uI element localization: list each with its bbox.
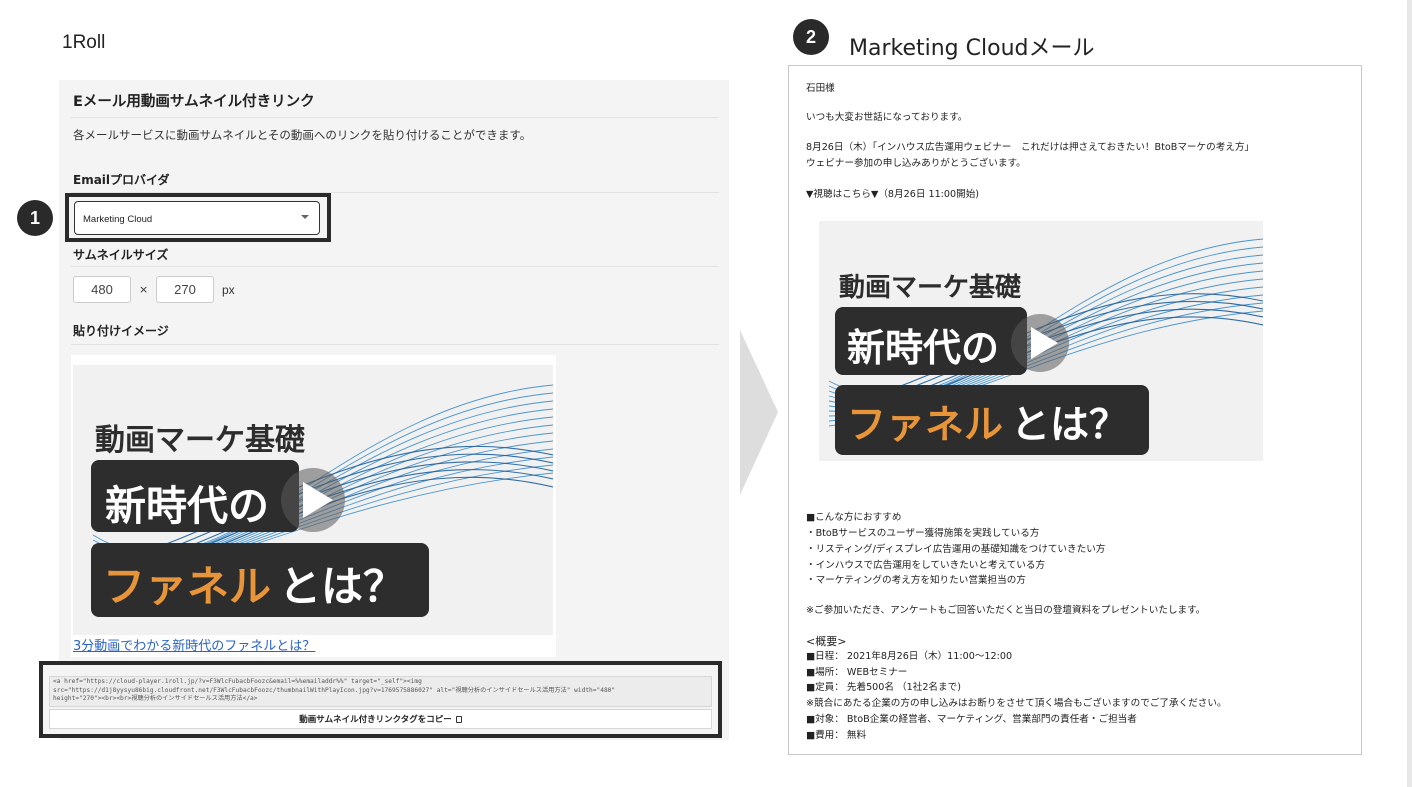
embed-code-textarea[interactable]: <a href="https://cloud-player.1roll.jp/?… — [49, 676, 712, 707]
left-heading: 1Roll — [62, 32, 106, 53]
email-text: ウェビナー参加の申し込みありがとうございます。 — [806, 158, 1026, 169]
copy-link-tag-button[interactable]: 動画サムネイル付きリンクタグをコピー — [49, 709, 712, 729]
email-text: ※競合にあたる企業の方の申し込みはお断りをさせて頂く場合もございますのでご了承く… — [806, 698, 1227, 709]
code-line: src="https://d1j8yysyu86big.cloudfront.n… — [53, 686, 616, 694]
thumbnail-title-1: 動画マーケ基礎 — [95, 423, 305, 458]
play-triangle-icon — [1031, 327, 1058, 359]
thumbnail-title-rest: とは？ — [1011, 403, 1129, 448]
divider — [71, 266, 719, 267]
thumbnail-title-accent: ファネル — [847, 403, 1004, 448]
email-preview: 石田様 いつも大変お世話になっております。 8月26日（木）「インハウス広告運用… — [788, 65, 1362, 755]
email-text: 8月26日（木）「インハウス広告運用ウェビナー これだけは押さえておきたい！Bt… — [806, 142, 1255, 153]
email-text: ・リスティング/ディスプレイ広告運用の基礎知識をつけていきたい方 — [806, 544, 1106, 555]
provider-label: Emailプロバイダ — [73, 173, 170, 187]
thumbnail-title-accent: ファネル — [103, 562, 272, 611]
unit-label: px — [222, 283, 235, 297]
thumbnail-title-2: 新時代の — [847, 326, 1000, 370]
right-heading: Marketing Cloudメール — [849, 36, 1095, 61]
thumbnail-width-input[interactable]: 480 — [73, 276, 131, 303]
copy-button-label: 動画サムネイル付きリンクタグをコピー — [299, 715, 452, 725]
divider — [71, 117, 719, 118]
video-link[interactable]: 3分動画でわかる新時代のファネルとは？ — [73, 635, 315, 654]
copy-icon — [455, 715, 462, 723]
email-text: ■日程： 2021年8月26日（木）11:00〜12:00 — [806, 651, 1013, 662]
thumbnail-title-2: 新時代の — [105, 482, 269, 530]
email-text: ・インハウスで広告運用をしていきたいと考えている方 — [806, 560, 1046, 571]
email-text: <概要> — [806, 635, 847, 648]
thumbnail-size-label: サムネイルサイズ — [73, 248, 169, 262]
step-badge-1: 1 — [17, 200, 53, 236]
email-text: ▼視聴はこちら▼（8月26日 11:00開始) — [806, 189, 980, 200]
highlight-frame-code: <a href="https://cloud-player.1roll.jp/?… — [39, 661, 722, 738]
email-text: ■定員： 先着500名 （1社2名まで) — [806, 682, 961, 693]
thumbnail-title-1: 動画マーケ基礎 — [839, 273, 1022, 303]
email-text: ■費用： 無料 — [806, 730, 867, 741]
divider — [71, 344, 719, 345]
code-line: height="270"><br><br>視聴分析のインサイドセールス活用方法<… — [53, 695, 258, 702]
email-text: ・マーケティングの考え方を知りたい営業担当の方 — [806, 575, 1026, 586]
paste-image-label: 貼り付けイメージ — [73, 324, 169, 338]
email-text: ※ご参加いただき、アンケートもご回答いただくと当日の登壇資料をプレゼントいたしま… — [806, 605, 1206, 616]
email-text: ・BtoBサービスのユーザー獲得施策を実践している方 — [806, 528, 1040, 539]
highlight-frame-provider — [65, 193, 331, 242]
scrollbar[interactable] — [1407, 0, 1412, 787]
email-text: いつも大変お世話になっております。 — [806, 112, 968, 123]
panel-title: Eメール用動画サムネイル付きリンク — [73, 94, 315, 110]
email-greeting: 石田様 — [806, 83, 835, 94]
email-text: ■対象： BtoB企業の経営者、マーケティング、営業部門の責任者・ご担当者 — [806, 714, 1137, 725]
thumbnail-height-input[interactable]: 270 — [156, 276, 214, 303]
email-text: ■場所： WEBセミナー — [806, 667, 908, 678]
times-symbol: × — [139, 283, 149, 296]
play-triangle-icon — [303, 482, 333, 518]
email-text: ■こんな方におすすめ — [806, 512, 902, 523]
step-badge-2: 2 — [793, 19, 829, 55]
video-thumbnail[interactable]: 動画マーケ基礎 新時代の ファネル とは？ — [73, 365, 553, 635]
code-line: <a href="https://cloud-player.1roll.jp/?… — [53, 678, 422, 685]
panel-description: 各メールサービスに動画サムネイルとその動画へのリンクを貼り付けることができます。 — [73, 128, 532, 142]
email-video-thumbnail[interactable]: 動画マーケ基礎 新時代の ファネル とは？ — [819, 221, 1263, 461]
arrow-right-icon — [740, 330, 778, 495]
thumbnail-title-rest: とは？ — [279, 562, 406, 611]
